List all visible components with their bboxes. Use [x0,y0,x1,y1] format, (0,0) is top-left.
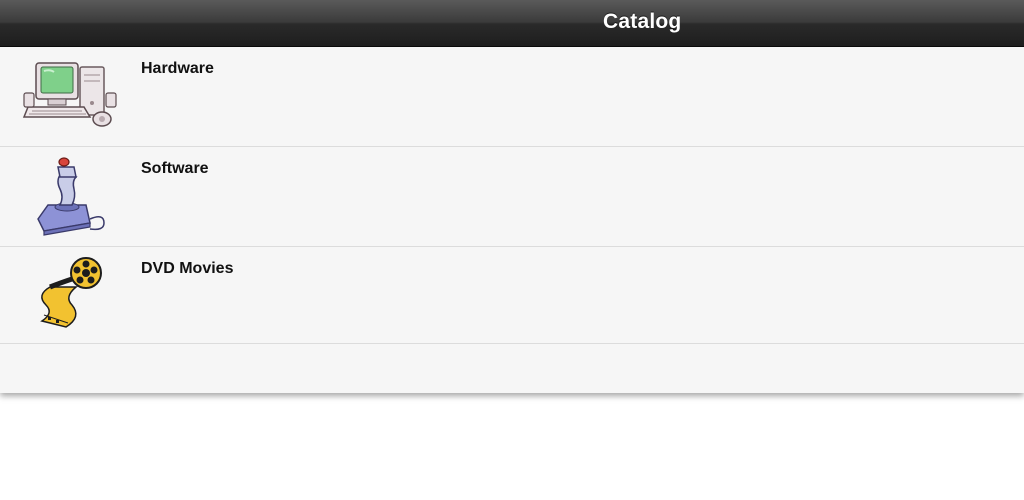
list-item-software[interactable]: Software [0,147,1024,247]
computer-icon [22,62,117,127]
empty-list-row [0,344,1024,393]
page-title: Catalog [603,10,682,33]
list-item-label: Software [141,160,209,177]
film-reel-icon [40,257,102,328]
catalog-list: Hardware Software DVD Movies [0,47,1024,393]
list-item-dvd-movies[interactable]: DVD Movies [0,247,1024,344]
list-item-label: Hardware [141,60,214,77]
joystick-icon [37,157,105,236]
list-item-label: DVD Movies [141,260,234,277]
list-item-hardware[interactable]: Hardware [0,47,1024,147]
navigation-bar: Catalog [0,0,1024,47]
catalog-window: Catalog Hardware Software DVD Movies [0,0,1024,393]
